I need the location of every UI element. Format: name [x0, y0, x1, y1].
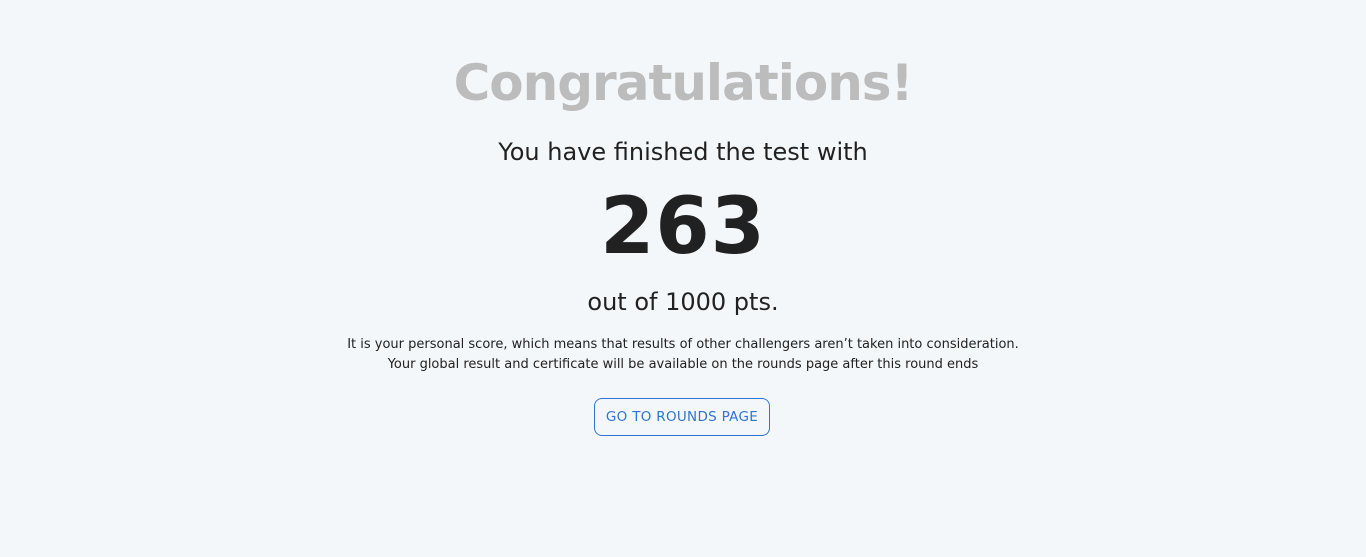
finished-text: You have finished the test with: [498, 138, 868, 166]
max-score-text: out of 1000 pts.: [587, 288, 779, 316]
score-note-line-1: It is your personal score, which means t…: [347, 337, 1019, 352]
congratulations-heading: Congratulations!: [453, 54, 914, 112]
results-page: Congratulations! You have finished the t…: [0, 0, 1366, 557]
score-value: 263: [600, 182, 766, 272]
score-note-line-2: Your global result and certificate will …: [387, 357, 979, 372]
score-note: It is your personal score, which means t…: [0, 335, 1366, 375]
go-to-rounds-button[interactable]: GO TO ROUNDS PAGE: [594, 398, 770, 436]
